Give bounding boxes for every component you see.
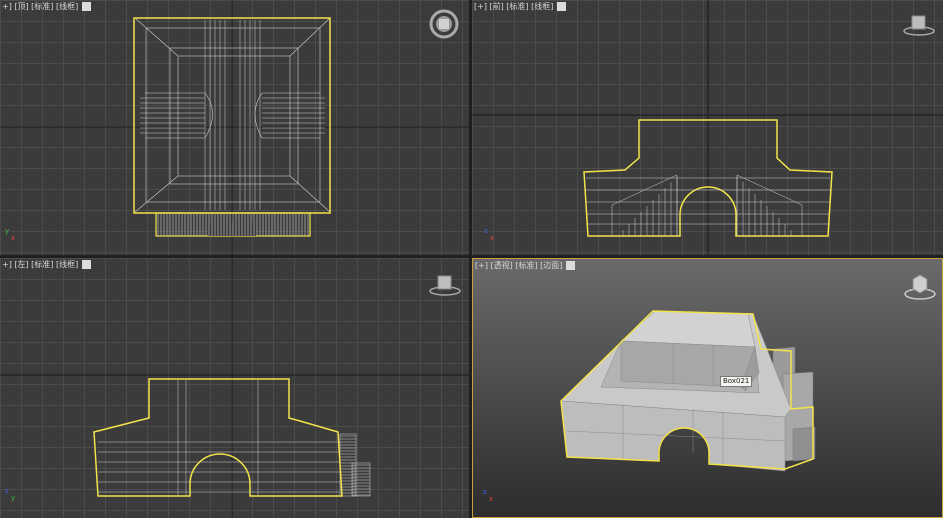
axis-gizmo: z x (484, 227, 495, 242)
viewport-divider-vertical[interactable] (469, 0, 472, 518)
front-wireframe (472, 0, 943, 255)
viewport-perspective[interactable]: [+] [透视] [标准] [边面] Box021 z x (472, 258, 943, 518)
axis-gizmo: z x (483, 488, 494, 503)
viewport-layout: +] [顶] [标准] [线框] y x [+] [前] [标准] [线框] z… (0, 0, 943, 518)
viewport-front[interactable]: [+] [前] [标准] [线框] z x (472, 0, 943, 255)
viewport-divider-horizontal[interactable] (0, 255, 943, 258)
top-wireframe (0, 0, 469, 255)
axis-gizmo: y x (5, 227, 16, 242)
viewcube-icon[interactable] (903, 273, 937, 303)
viewport-left[interactable]: +] [左] [标准] [线框] z y (0, 258, 469, 518)
axis-gizmo: z y (5, 487, 16, 502)
viewcube-icon[interactable] (428, 274, 462, 298)
steering-wheel-icon[interactable] (428, 8, 460, 40)
left-wireframe (0, 258, 469, 518)
object-name-tooltip: Box021 (720, 376, 753, 387)
perspective-model (560, 310, 816, 472)
viewcube-icon[interactable] (902, 14, 936, 38)
selection-outline-left (93, 378, 343, 497)
viewport-top[interactable]: +] [顶] [标准] [线框] y x (0, 0, 469, 255)
